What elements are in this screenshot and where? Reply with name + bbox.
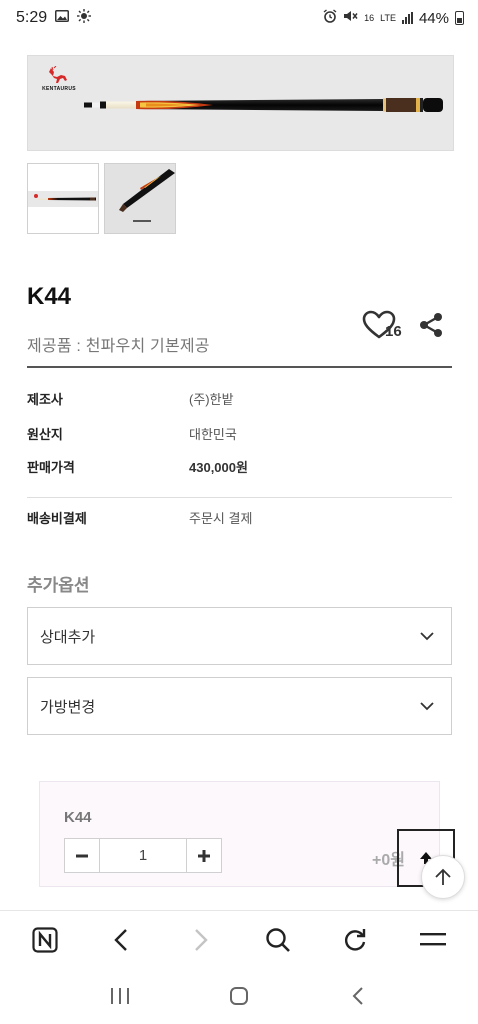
- chevron-down-icon: [420, 632, 434, 641]
- search-button[interactable]: [258, 920, 298, 960]
- recent-apps-button[interactable]: [100, 976, 140, 1016]
- cue-stick-image: [84, 98, 443, 112]
- battery-percent: 44%: [418, 9, 449, 27]
- chevron-right-icon: [195, 928, 208, 951]
- decrease-button[interactable]: [64, 838, 100, 873]
- brightness-icon: [77, 8, 92, 28]
- signal-icon: [401, 12, 413, 24]
- info-value: 주문시 결제: [189, 511, 253, 526]
- info-value: (주)한밭: [189, 392, 234, 407]
- info-row-origin: 원산지 대한민국: [27, 424, 452, 444]
- system-back-button[interactable]: [338, 976, 378, 1016]
- title-divider: [27, 366, 452, 368]
- selected-item-box: K44 1 +0원: [39, 781, 440, 887]
- browser-toolbar: [0, 910, 478, 968]
- arrow-up-icon: [435, 868, 451, 885]
- wishlist-count: 16: [385, 323, 402, 340]
- thumbnail-1[interactable]: [27, 163, 99, 234]
- info-label: 판매가격: [27, 460, 75, 475]
- share-icon: [420, 313, 442, 337]
- product-subtitle: 제공품 : 천파우치 기본제공: [27, 338, 210, 355]
- back-button[interactable]: [102, 920, 142, 960]
- naver-home-button[interactable]: [25, 920, 65, 960]
- quantity-input[interactable]: 1: [100, 838, 186, 873]
- system-nav-bar: [0, 968, 478, 1024]
- menu-button[interactable]: [413, 920, 453, 960]
- option-select-1[interactable]: 상대추가: [27, 607, 452, 665]
- status-time: 5:29: [16, 9, 48, 26]
- refresh-icon: [345, 928, 366, 951]
- chevron-left-icon: [114, 928, 128, 951]
- quantity-stepper: 1: [64, 838, 222, 873]
- thumbnail-detail-image: [105, 164, 175, 233]
- browser-scroll-top-button[interactable]: [421, 855, 465, 899]
- network-type: LTE: [380, 12, 396, 23]
- info-row-price: 판매가격 430,000원: [27, 457, 452, 477]
- info-label: 배송비결제: [27, 511, 87, 526]
- select-label: 가방변경: [40, 698, 96, 716]
- network-speed: 16: [364, 12, 375, 23]
- status-bar: 5:29 16 LTE 44%: [0, 0, 478, 36]
- info-row-manufacturer: 제조사 (주)한밭: [27, 389, 452, 409]
- hamburger-menu-icon: [420, 932, 447, 945]
- chevron-down-icon: [420, 702, 434, 711]
- info-label: 원산지: [27, 427, 63, 442]
- options-heading: 추가옵션: [27, 576, 90, 595]
- gallery-icon: [55, 9, 70, 27]
- back-arrow-icon: [352, 987, 364, 1005]
- recent-apps-icon: [110, 988, 129, 1004]
- info-label: 제조사: [27, 392, 63, 407]
- info-divider: [27, 497, 452, 498]
- forward-button[interactable]: [180, 920, 220, 960]
- thumbnail-2[interactable]: [104, 163, 176, 234]
- info-row-shipping: 배송비결제 주문시 결제: [27, 508, 452, 528]
- product-main-image[interactable]: KENTAURUS: [27, 55, 454, 151]
- thumbnail-cue-image: [28, 191, 98, 207]
- info-value: 대한민국: [189, 427, 237, 442]
- share-button[interactable]: [418, 312, 444, 338]
- mute-icon: [343, 9, 358, 27]
- plus-icon: [198, 849, 210, 862]
- select-label: 상대추가: [40, 628, 96, 646]
- product-title: K44: [27, 283, 72, 310]
- alarm-icon: [323, 9, 337, 27]
- option-select-2[interactable]: 가방변경: [27, 677, 452, 735]
- home-icon: [229, 987, 248, 1005]
- selected-item-name: K44: [64, 809, 92, 826]
- battery-icon: [455, 11, 464, 25]
- minus-icon: [76, 854, 88, 857]
- refresh-button[interactable]: [335, 920, 375, 960]
- increase-button[interactable]: [186, 838, 222, 873]
- search-icon: [266, 927, 290, 952]
- home-button[interactable]: [219, 976, 259, 1016]
- price-value: 430,000원: [189, 460, 248, 475]
- naver-icon: [32, 926, 58, 953]
